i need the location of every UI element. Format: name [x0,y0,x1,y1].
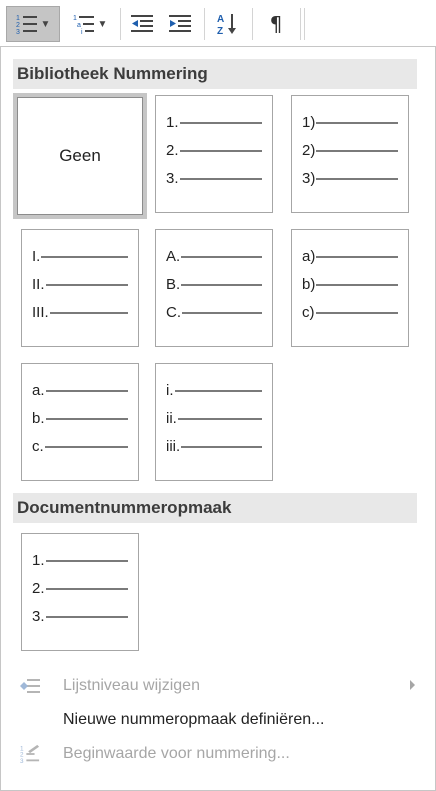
line-placeholder [316,283,398,286]
number-label: 2. [166,141,179,159]
line-placeholder [179,149,262,152]
line-placeholder [45,615,128,618]
number-label: II. [32,275,45,293]
number-label: 3) [302,169,316,187]
numbering-format-option[interactable]: a. b. c. [21,363,139,481]
number-label: a. [32,381,45,399]
numbering-none-option[interactable]: Geen [13,93,147,219]
increase-indent-icon [169,15,191,32]
show-formatting-button[interactable]: ¶ [256,6,296,42]
number-label: B. [166,275,181,293]
line-placeholder [45,559,128,562]
line-placeholder [182,311,262,314]
document-formats-header: Documentnummeropmaak [13,493,417,523]
number-label: 1. [166,113,179,131]
line-placeholder [179,121,262,124]
number-label: A. [166,247,181,265]
svg-text:2: 2 [16,22,20,29]
number-label: c. [32,437,44,455]
svg-text:3: 3 [16,29,20,35]
multilevel-list-button[interactable]: 1 a i ▼ [64,6,116,42]
line-placeholder [45,283,128,286]
number-label: 1. [32,551,45,569]
line-placeholder [45,417,128,420]
numbering-format-option[interactable]: 1. 2. 3. [155,95,273,213]
decrease-indent-button[interactable] [124,6,160,42]
increase-indent-button[interactable] [162,6,198,42]
line-placeholder [179,177,262,180]
numbering-format-option[interactable]: I. II. III. [21,229,139,347]
decrease-indent-icon [131,15,153,32]
number-label: C. [166,303,181,321]
numbering-format-option[interactable]: a) b) c) [291,229,409,347]
svg-text:Z: Z [217,26,223,36]
line-placeholder [181,283,262,286]
line-placeholder [49,311,128,314]
number-label: ii. [166,409,177,427]
dropdown-arrow-icon: ▼ [97,18,108,30]
set-numbering-value-icon: 1 2 3 [20,744,40,764]
number-label: III. [32,303,49,321]
numbering-format-option[interactable]: 1) 2) 3) [291,95,409,213]
change-list-level-label: Lijstniveau wijzigen [63,677,200,694]
numbering-format-option[interactable]: A. B. C. [155,229,273,347]
line-placeholder [316,121,398,124]
library-header: Bibliotheek Nummering [13,59,417,89]
numbering-format-option[interactable]: i. ii. iii. [155,363,273,481]
pilcrow-icon: ¶ [269,12,283,36]
line-placeholder [316,177,398,180]
submenu-arrow-icon [410,680,415,690]
sort-az-icon: A Z [217,14,236,36]
line-placeholder [316,149,398,152]
line-placeholder [44,445,128,448]
svg-text:3: 3 [20,758,24,764]
line-placeholder [181,445,262,448]
number-label: a) [302,247,316,265]
numbering-list-icon: 1 2 3 [16,15,37,35]
number-label: b) [302,275,316,293]
svg-text:i: i [81,29,83,35]
number-label: i. [166,381,174,399]
number-label: 1) [302,113,316,131]
line-placeholder [174,389,262,392]
svg-text:1: 1 [73,15,77,22]
number-label: 2. [32,579,45,597]
change-list-level-menu-item[interactable]: Lijstniveau wijzigen [1,669,436,703]
number-label: b. [32,409,45,427]
number-label: I. [32,247,41,265]
numbering-button[interactable]: 1 2 3 ▼ [6,6,60,42]
ribbon-toolbar: 1 2 3 ▼ 1 a i ▼ A Z ¶ [0,0,436,46]
toolbar-separator [304,8,305,40]
svg-text:1: 1 [16,15,20,22]
none-label: Geen [59,146,101,165]
set-numbering-value-label: Beginwaarde voor nummering... [63,745,290,762]
set-numbering-value-menu-item[interactable]: 1 2 3 Beginwaarde voor nummering... [1,737,436,771]
line-placeholder [316,255,398,258]
line-placeholder [45,389,128,392]
define-new-number-format-label: Nieuwe nummeropmaak definiëren... [63,711,325,728]
toolbar-separator [204,8,205,40]
number-label: iii. [166,437,181,455]
dropdown-arrow-icon: ▼ [40,18,51,30]
svg-text:a: a [77,22,81,29]
line-placeholder [41,255,128,258]
toolbar-separator [252,8,253,40]
document-numbering-format-option[interactable]: 1. 2. 3. [21,533,139,651]
line-placeholder [177,417,262,420]
numbering-dropdown-menu: Bibliotheek Nummering Geen 1. 2. 3. 1) 2… [0,46,436,791]
toolbar-separator [300,8,301,40]
number-label: 3. [166,169,179,187]
sort-button[interactable]: A Z [208,6,248,42]
line-placeholder [181,255,262,258]
number-label: 3. [32,607,45,625]
number-label: 2) [302,141,316,159]
change-list-level-icon [20,679,40,693]
multilevel-list-icon: 1 a i [73,15,94,35]
toolbar-separator [120,8,121,40]
define-new-number-format-menu-item[interactable]: Nieuwe nummeropmaak definiëren... [1,703,436,737]
line-placeholder [315,311,398,314]
number-label: c) [302,303,315,321]
line-placeholder [45,587,128,590]
svg-text:A: A [217,14,224,25]
